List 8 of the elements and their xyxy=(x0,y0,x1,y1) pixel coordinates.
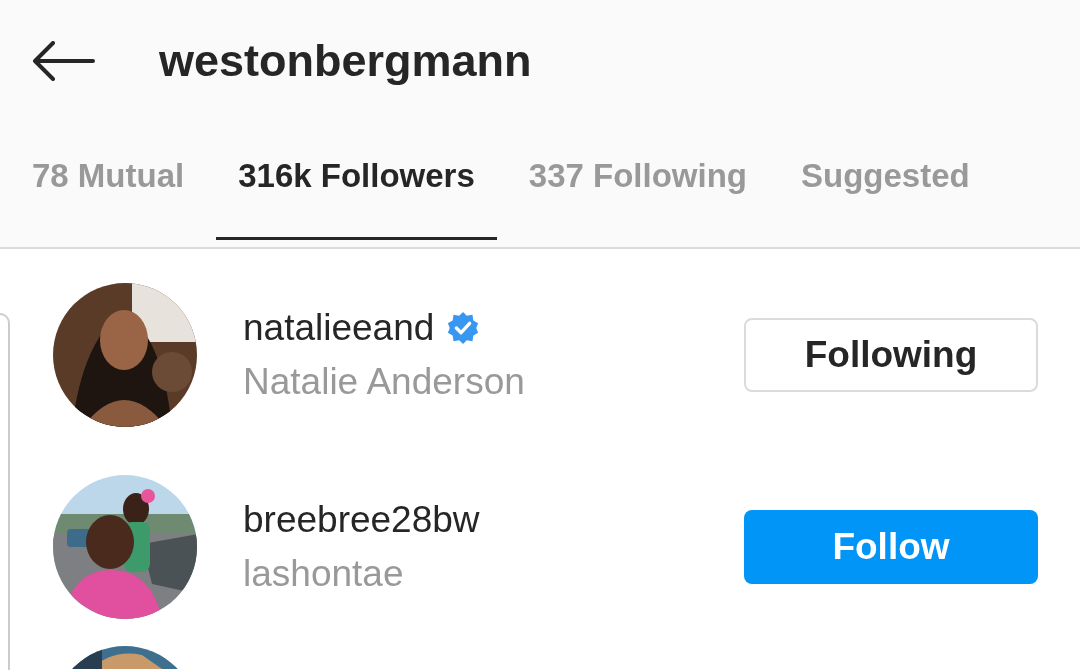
tab[interactable]: 316k Followers xyxy=(216,132,497,240)
back-arrow-icon[interactable] xyxy=(31,41,95,81)
username[interactable]: breebree28bw xyxy=(243,499,480,541)
full-name: lashontae xyxy=(243,553,405,595)
full-name: Natalie Anderson xyxy=(243,361,526,403)
following-button[interactable]: Following xyxy=(744,318,1038,392)
profile-username: westonbergmann xyxy=(159,35,532,87)
username[interactable]: natalieeand xyxy=(243,307,435,349)
